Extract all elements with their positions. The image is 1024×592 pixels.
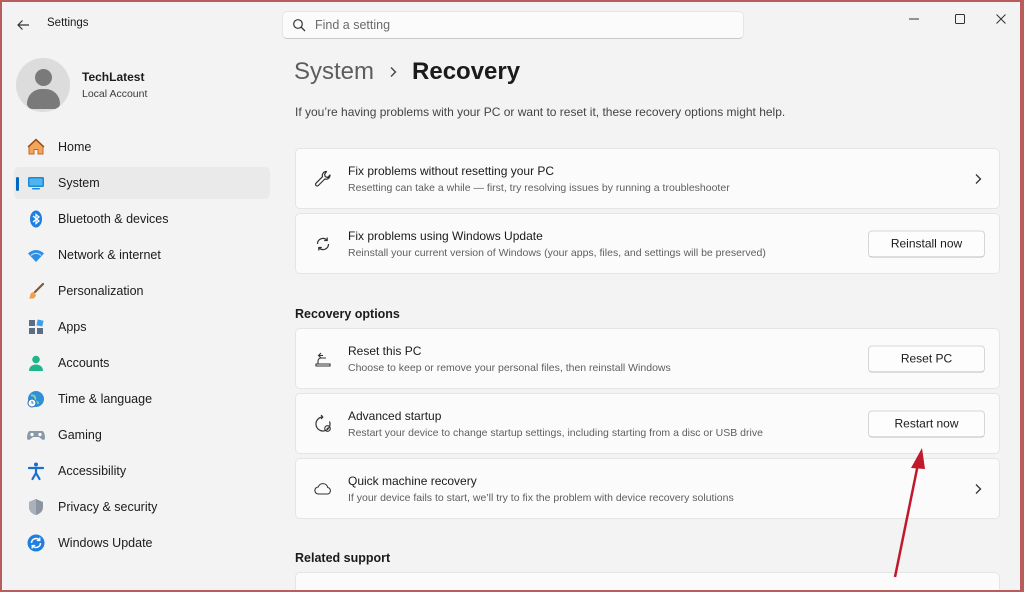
sidebar-item-windows-update[interactable]: Windows Update (14, 527, 270, 559)
sidebar-item-label: Network & internet (58, 248, 161, 262)
user-name: TechLatest (82, 70, 145, 84)
quick-machine-recovery-card[interactable]: Quick machine recovery If your device fa… (295, 458, 1000, 519)
back-button[interactable] (12, 14, 34, 36)
reinstall-now-button[interactable]: Reinstall now (868, 230, 985, 257)
sidebar-item-label: Bluetooth & devices (58, 212, 169, 226)
close-icon (996, 14, 1006, 24)
sidebar-item-accounts[interactable]: Accounts (14, 347, 270, 379)
sidebar-item-label: Home (58, 140, 92, 154)
sidebar-item-label: Apps (58, 320, 87, 334)
intro-text: If you’re having problems with your PC o… (295, 105, 786, 119)
card-title: Fix problems without resetting your PC (348, 163, 555, 178)
home-icon (26, 137, 46, 157)
related-support-card[interactable] (295, 572, 1000, 590)
sidebar-item-network[interactable]: Network & internet (14, 239, 270, 271)
sidebar-item-label: System (58, 176, 100, 190)
related-support-heading: Related support (295, 551, 391, 565)
minimize-icon (909, 18, 919, 20)
account-type: Local Account (82, 88, 148, 100)
sidebar-nav: Home System Bluetooth & devices Network … (14, 131, 270, 563)
fix-windows-update-card: Fix problems using Windows Update Reinst… (295, 213, 1000, 274)
apps-icon (26, 317, 46, 337)
card-description: Restart your device to change startup se… (348, 426, 763, 439)
reset-pc-card: Reset this PC Choose to keep or remove y… (295, 328, 1000, 389)
sidebar-item-accessibility[interactable]: Accessibility (14, 455, 270, 487)
sidebar-item-home[interactable]: Home (14, 131, 270, 163)
gamepad-icon (26, 425, 46, 445)
cloud-icon (312, 478, 334, 500)
bluetooth-icon (26, 209, 46, 229)
sidebar-item-label: Windows Update (58, 536, 153, 550)
card-description: Choose to keep or remove your personal f… (348, 361, 671, 374)
reset-pc-icon (312, 348, 334, 370)
sidebar-item-label: Privacy & security (58, 500, 158, 514)
recovery-options-heading: Recovery options (295, 307, 400, 321)
sidebar-item-label: Accounts (58, 356, 110, 370)
sidebar-item-label: Gaming (58, 428, 102, 442)
sidebar-item-personalization[interactable]: Personalization (14, 275, 270, 307)
reset-pc-button[interactable]: Reset PC (868, 345, 985, 372)
card-title: Fix problems using Windows Update (348, 228, 543, 243)
breadcrumb-parent[interactable]: System (294, 58, 374, 86)
title-bar: Settings (2, 2, 1020, 46)
user-profile[interactable]: TechLatest Local Account (16, 57, 147, 113)
minimize-button[interactable] (900, 8, 928, 30)
settings-window: Settings TechLatest Local Account (2, 2, 1020, 590)
restart-now-button[interactable]: Restart now (868, 410, 985, 437)
wifi-icon (26, 245, 46, 265)
maximize-button[interactable] (946, 8, 974, 30)
chevron-right-icon (973, 483, 983, 495)
close-button[interactable] (987, 8, 1015, 30)
chevron-right-icon (388, 66, 398, 78)
sidebar-item-gaming[interactable]: Gaming (14, 419, 270, 451)
sidebar-item-label: Personalization (58, 284, 144, 298)
sidebar-item-time-language[interactable]: Time & language (14, 383, 270, 415)
card-title: Quick machine recovery (348, 473, 477, 488)
advanced-startup-card: Advanced startup Restart your device to … (295, 393, 1000, 454)
sidebar-item-apps[interactable]: Apps (14, 311, 270, 343)
sidebar-item-system[interactable]: System (14, 167, 270, 199)
windows-update-icon (26, 533, 46, 553)
chevron-right-icon (973, 173, 983, 185)
search-icon (283, 18, 315, 32)
fix-without-reset-card[interactable]: Fix problems without resetting your PC R… (295, 148, 1000, 209)
card-title: Reset this PC (348, 343, 422, 358)
app-title: Settings (47, 17, 89, 29)
accessibility-icon (26, 461, 46, 481)
maximize-icon (955, 14, 965, 24)
avatar (16, 58, 70, 112)
card-title: Advanced startup (348, 408, 442, 423)
advanced-startup-icon (312, 413, 334, 435)
sync-icon (312, 233, 334, 255)
sidebar-item-label: Time & language (58, 392, 153, 406)
card-description: Reinstall your current version of Window… (348, 246, 766, 259)
shield-icon (26, 497, 46, 517)
breadcrumb: System Recovery (294, 56, 520, 88)
globe-clock-icon (26, 389, 46, 409)
page-title: Recovery (412, 58, 521, 85)
back-arrow-icon (17, 20, 29, 30)
wrench-icon (312, 168, 334, 190)
sidebar-item-label: Accessibility (58, 464, 127, 478)
system-icon (26, 173, 46, 193)
card-description: Resetting can take a while — first, try … (348, 181, 730, 194)
search-input[interactable] (315, 18, 715, 32)
sidebar-item-bluetooth[interactable]: Bluetooth & devices (14, 203, 270, 235)
sidebar-item-privacy-security[interactable]: Privacy & security (14, 491, 270, 523)
search-box[interactable] (282, 11, 744, 39)
card-description: If your device fails to start, we’ll try… (348, 491, 734, 504)
accounts-icon (26, 353, 46, 373)
brush-icon (26, 281, 46, 301)
